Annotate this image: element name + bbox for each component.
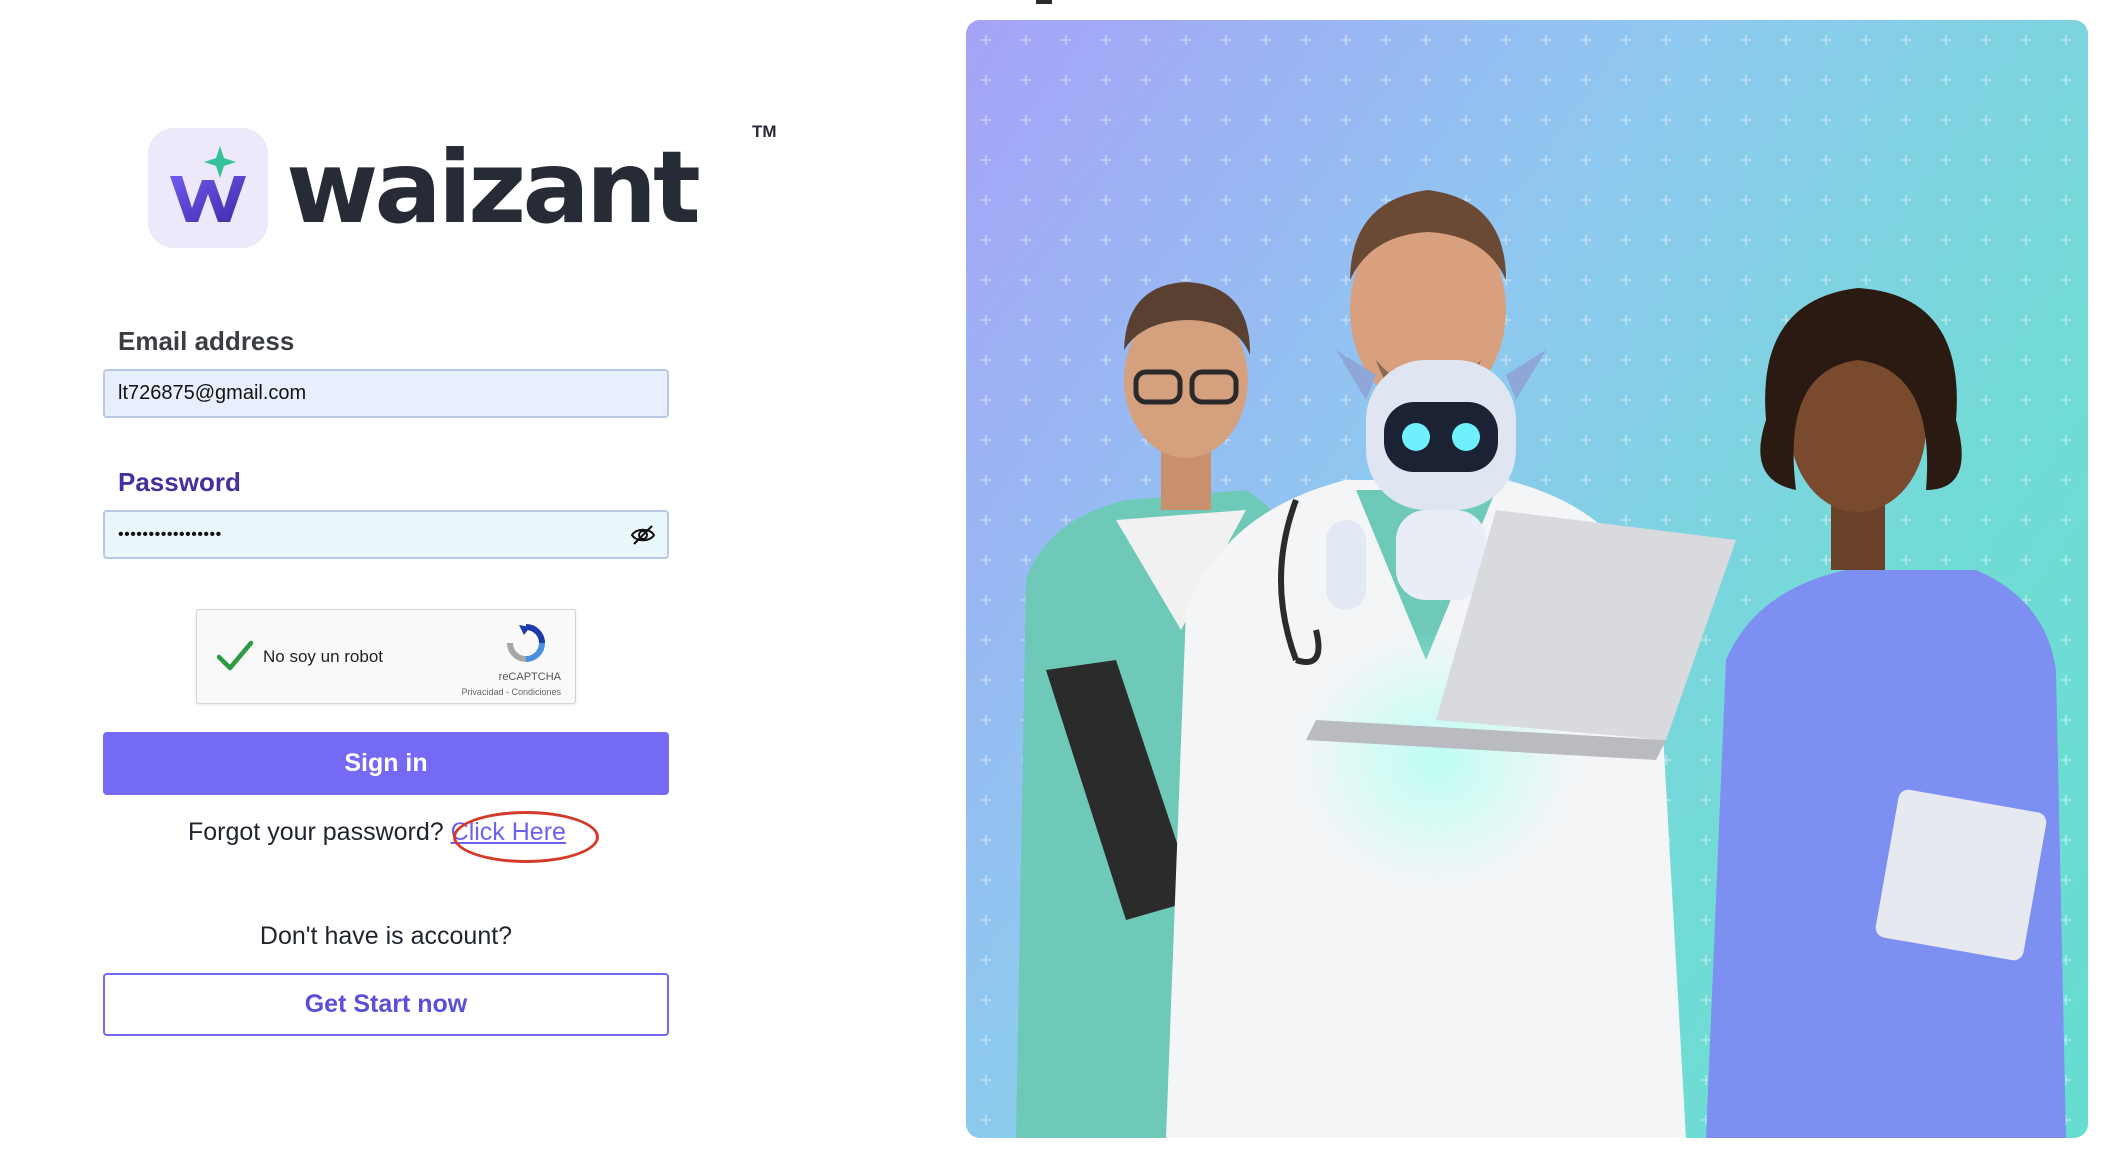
no-account-text: Don't have is account? bbox=[259, 922, 513, 950]
get-started-button[interactable]: Get Start now bbox=[103, 973, 669, 1036]
email-value: lt726875@gmail.com bbox=[118, 382, 307, 404]
email-field[interactable]: lt726875@gmail.com bbox=[103, 369, 669, 418]
hero-image bbox=[966, 20, 2088, 1138]
hero-illustration bbox=[966, 20, 2088, 1138]
brand-logo: waizant TM bbox=[148, 122, 777, 248]
password-field[interactable]: ••••••••••••••••• bbox=[103, 510, 669, 559]
forgot-password-row: Forgot your password? Click Here bbox=[188, 818, 566, 847]
captcha-checkmark-icon[interactable] bbox=[215, 637, 255, 677]
brand-wordmark: waizant bbox=[286, 129, 701, 246]
logo-badge-icon bbox=[148, 128, 268, 248]
eye-slash-icon[interactable] bbox=[630, 522, 656, 548]
login-page: waizant TM Email address lt726875@gmail.… bbox=[0, 0, 2102, 1154]
recaptcha-widget[interactable]: No soy un robot reCAPTCHA Privacidad - C… bbox=[196, 609, 576, 704]
sign-in-button[interactable]: Sign in bbox=[103, 732, 669, 795]
email-label: Email address bbox=[118, 326, 295, 356]
login-panel: waizant TM Email address lt726875@gmail.… bbox=[0, 0, 940, 1154]
forgot-password-link[interactable]: Click Here bbox=[451, 818, 566, 846]
recaptcha-links[interactable]: Privacidad - Condiciones bbox=[461, 687, 561, 697]
forgot-password-text: Forgot your password? bbox=[188, 818, 444, 846]
password-value: ••••••••••••••••• bbox=[118, 525, 222, 543]
captcha-label: No soy un robot bbox=[263, 647, 384, 666]
trademark-mark: TM bbox=[752, 122, 777, 141]
password-label: Password bbox=[118, 467, 241, 497]
recaptcha-brand: reCAPTCHA bbox=[498, 671, 561, 683]
top-edge-marker bbox=[1036, 0, 1052, 4]
recaptcha-logo-icon bbox=[504, 621, 548, 665]
